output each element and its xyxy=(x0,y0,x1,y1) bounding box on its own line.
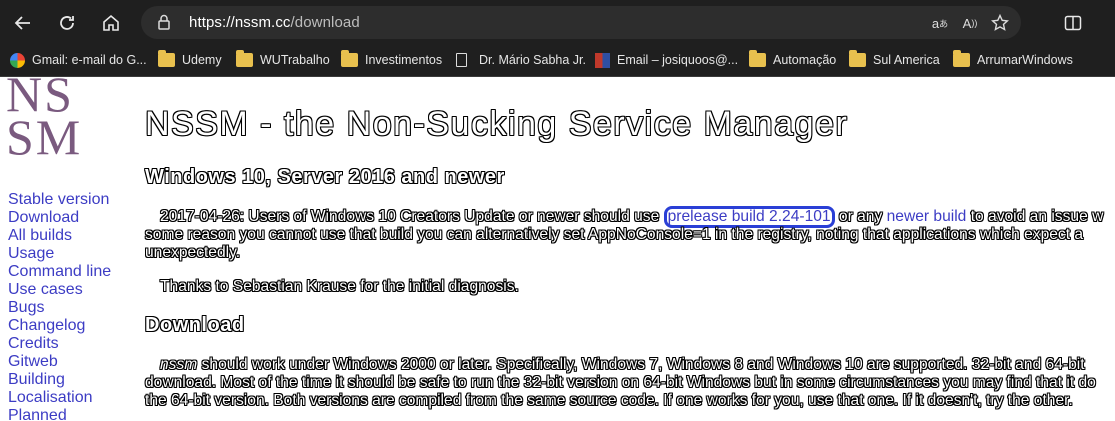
download-text: should work under Windows 2000 or later.… xyxy=(197,356,1085,373)
bookmark-label: Email – josiquoos@... xyxy=(617,53,739,67)
newer-build-link[interactable]: newer build xyxy=(887,208,967,225)
browser-toolbar: https://nssm.cc/download aあ A)) xyxy=(0,0,1115,45)
nav-changelog[interactable]: Changelog xyxy=(8,317,111,335)
nav-credits[interactable]: Credits xyxy=(8,335,111,353)
sidebar-nav: Stable version Download All builds Usage… xyxy=(8,191,111,421)
nav-command-line[interactable]: Command line xyxy=(8,263,111,281)
page-icon xyxy=(456,53,467,67)
split-screen-icon[interactable] xyxy=(1058,8,1088,38)
notice-line-1: 2017-04-26: Users of Windows 10 Creators… xyxy=(160,206,1104,228)
nssm-logo[interactable]: NS SM xyxy=(6,77,101,165)
nav-gitweb[interactable]: Gitweb xyxy=(8,353,111,371)
bookmark-label: Dr. Mário Sabha Jr. xyxy=(479,53,586,67)
nav-all-builds[interactable]: All builds xyxy=(8,227,111,245)
notice-text: or any xyxy=(834,208,887,225)
nssm-name: nssm xyxy=(160,356,198,373)
bookmark-label: Udemy xyxy=(182,53,222,67)
download-line-1: nssm should work under Windows 2000 or l… xyxy=(160,356,1085,374)
nav-usage[interactable]: Usage xyxy=(8,245,111,263)
bookmark-dr-mario[interactable]: Dr. Mário Sabha Jr. xyxy=(456,51,586,69)
section-heading-windows10: Windows 10, Server 2016 and newer xyxy=(145,166,505,188)
folder-icon xyxy=(953,50,970,67)
translate-icon[interactable]: aあ xyxy=(929,14,951,32)
favorite-icon[interactable] xyxy=(989,14,1011,32)
folder-icon xyxy=(849,50,866,67)
bookmark-label: Automação xyxy=(773,53,837,67)
download-line-3: the 64-bit version. Both versions are co… xyxy=(145,392,1073,409)
bookmark-label: ArrumarWindows xyxy=(977,53,1073,67)
nav-download[interactable]: Download xyxy=(8,209,111,227)
page-content: NS SM Stable version Download All builds… xyxy=(0,77,1115,421)
folder-icon xyxy=(341,50,358,67)
prelease-build-link[interactable]: prelease build 2.24-101 xyxy=(663,206,835,228)
bookmark-sul-america[interactable]: Sul America xyxy=(849,50,940,69)
home-icon[interactable] xyxy=(96,8,126,38)
folder-icon xyxy=(749,50,766,67)
read-aloud-icon[interactable]: A)) xyxy=(959,14,981,32)
bookmark-gmail[interactable]: Gmail: e-mail do G... xyxy=(10,51,147,69)
nav-bugs[interactable]: Bugs xyxy=(8,299,111,317)
bookmark-label: Sul America xyxy=(873,53,940,67)
url-domain: https://nssm.cc xyxy=(189,14,291,31)
bookmark-email[interactable]: Email – josiquoos@... xyxy=(595,51,738,69)
thanks-text: Thanks to Sebastian Krause for the initi… xyxy=(160,278,519,295)
notice-line-3: unexpectedly. xyxy=(145,244,241,261)
bookmark-label: Gmail: e-mail do G... xyxy=(32,53,147,67)
google-icon xyxy=(10,52,25,68)
nav-planned[interactable]: Planned xyxy=(8,407,111,421)
bookmark-udemy[interactable]: Udemy xyxy=(158,50,222,69)
bookmarks-bar: Gmail: e-mail do G... Udemy WUTrabalho I… xyxy=(0,45,1115,77)
address-bar[interactable]: https://nssm.cc/download aあ A)) xyxy=(141,6,1021,39)
lock-icon[interactable] xyxy=(157,14,171,35)
notice-text: to avoid an issue w xyxy=(966,208,1104,225)
bookmark-label: Investimentos xyxy=(365,53,443,67)
page-title: NSSM - the Non-Sucking Service Manager xyxy=(145,105,849,143)
url-text[interactable]: https://nssm.cc/download xyxy=(189,14,360,31)
nav-use-cases[interactable]: Use cases xyxy=(8,281,111,299)
download-line-2: download. Most of the time it should be … xyxy=(145,374,1096,391)
nav-localisation[interactable]: Localisation xyxy=(8,389,111,407)
url-path: /download xyxy=(290,14,360,31)
bookmark-label: WUTrabalho xyxy=(260,53,330,67)
bookmark-automacao[interactable]: Automação xyxy=(749,50,837,69)
nav-stable-version[interactable]: Stable version xyxy=(8,191,111,209)
folder-icon xyxy=(158,50,175,67)
logo-line2: SM xyxy=(6,109,83,165)
nav-building[interactable]: Building xyxy=(8,371,111,389)
notice-text: 2017-04-26: Users of Windows 10 Creators… xyxy=(160,208,664,225)
email-icon xyxy=(595,52,610,68)
notice-line-2: some reason you cannot use that build yo… xyxy=(145,226,1084,243)
refresh-icon[interactable] xyxy=(52,8,82,38)
section-heading-download: Download xyxy=(145,314,245,336)
folder-icon xyxy=(236,50,253,67)
bookmark-investimentos[interactable]: Investimentos xyxy=(341,50,443,69)
back-icon[interactable] xyxy=(8,8,38,38)
bookmark-arrumarwindows[interactable]: ArrumarWindows xyxy=(953,50,1073,69)
bookmark-wutrabalho[interactable]: WUTrabalho xyxy=(236,50,330,69)
